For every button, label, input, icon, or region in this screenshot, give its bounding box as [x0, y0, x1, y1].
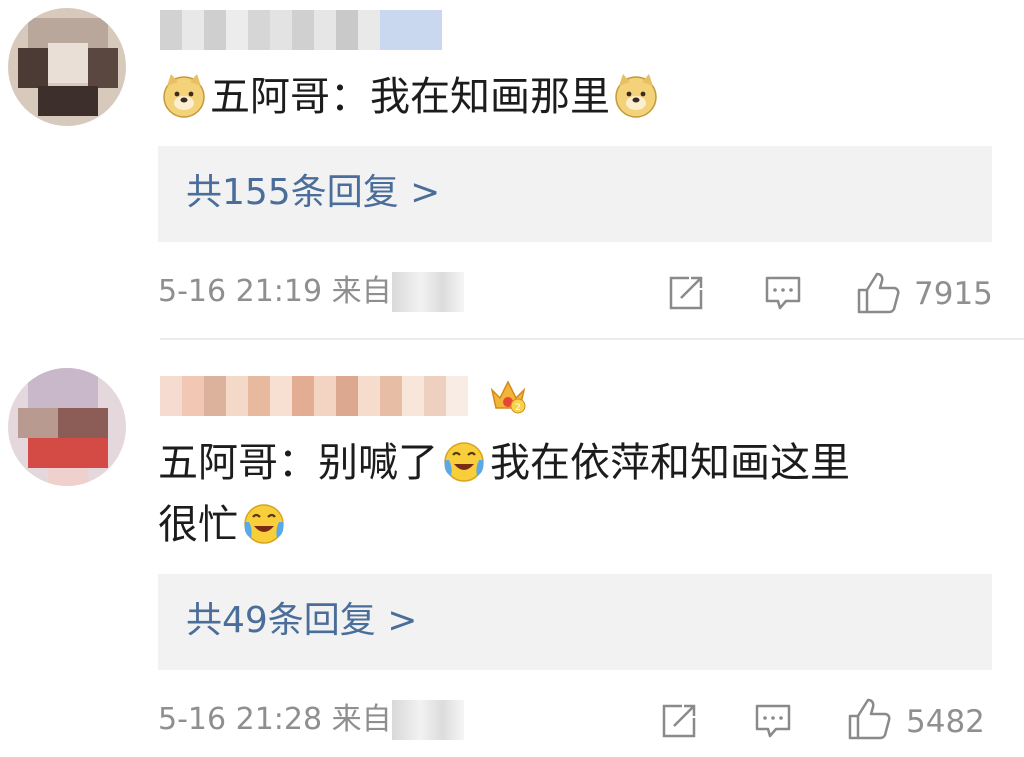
share-button[interactable]	[658, 700, 702, 744]
comment-body-part2: 我在依萍和知画这里	[490, 440, 850, 486]
like-count: 5482	[906, 704, 985, 740]
timestamp: 5-16 21:19	[158, 274, 323, 309]
timestamp: 5-16 21:28	[158, 702, 323, 737]
comment-meta: 5-16 21:19 来自	[158, 272, 464, 312]
comment-text-line2: 很忙	[158, 500, 290, 549]
replies-link[interactable]: 共49条回复 >	[186, 598, 417, 644]
replies-box[interactable]: 共49条回复 >	[158, 574, 992, 670]
share-button[interactable]	[665, 272, 709, 316]
comment-body-part1: 别喊了	[318, 440, 438, 486]
username-blurred[interactable]	[160, 376, 470, 416]
comment-body-line2: 很忙	[158, 502, 238, 548]
source-prefix: 来自	[331, 702, 392, 737]
doge-emoji	[163, 74, 205, 118]
share-icon	[662, 704, 696, 738]
username-blurred[interactable]	[160, 10, 442, 50]
source-prefix: 来自	[331, 274, 392, 309]
like-icon	[857, 272, 900, 314]
comment-item: 2 五阿哥：别喊了 我在依萍和知画这里 很忙 共49条回复 > 5-16 21:…	[0, 340, 1024, 757]
comment-body: 我在知画那里	[370, 74, 610, 120]
source-blurred	[391, 272, 464, 312]
comment-icon	[765, 276, 801, 310]
like-button[interactable]	[855, 270, 903, 314]
like-button[interactable]	[846, 696, 894, 740]
comment-item: 五阿哥：我在知画那里 共155条回复 > 5-16 21:19 来自 7915	[0, 0, 1024, 340]
doge-emoji	[615, 74, 657, 118]
laugh-cry-emoji	[444, 442, 484, 482]
share-icon	[669, 276, 703, 310]
avatar[interactable]	[8, 8, 126, 126]
comment-text: 五阿哥：别喊了 我在依萍和知画这里	[158, 438, 850, 487]
comment-text: 五阿哥：我在知画那里	[158, 72, 662, 121]
like-icon	[848, 698, 891, 740]
replies-box[interactable]: 共155条回复 >	[158, 146, 992, 242]
comment-button[interactable]	[762, 272, 806, 316]
svg-text:2: 2	[515, 403, 521, 413]
crown-badge-icon: 2	[490, 380, 526, 414]
comment-icon	[755, 704, 791, 738]
comment-author-prefix: 五阿哥：	[210, 74, 370, 120]
replies-link[interactable]: 共155条回复 >	[186, 170, 440, 216]
laugh-cry-emoji	[244, 504, 284, 544]
comment-button[interactable]	[752, 700, 796, 744]
avatar[interactable]	[8, 368, 126, 486]
like-count: 7915	[914, 276, 993, 312]
comment-meta: 5-16 21:28 来自	[158, 700, 464, 740]
comment-author-prefix: 五阿哥：	[158, 440, 318, 486]
source-blurred	[391, 700, 464, 740]
